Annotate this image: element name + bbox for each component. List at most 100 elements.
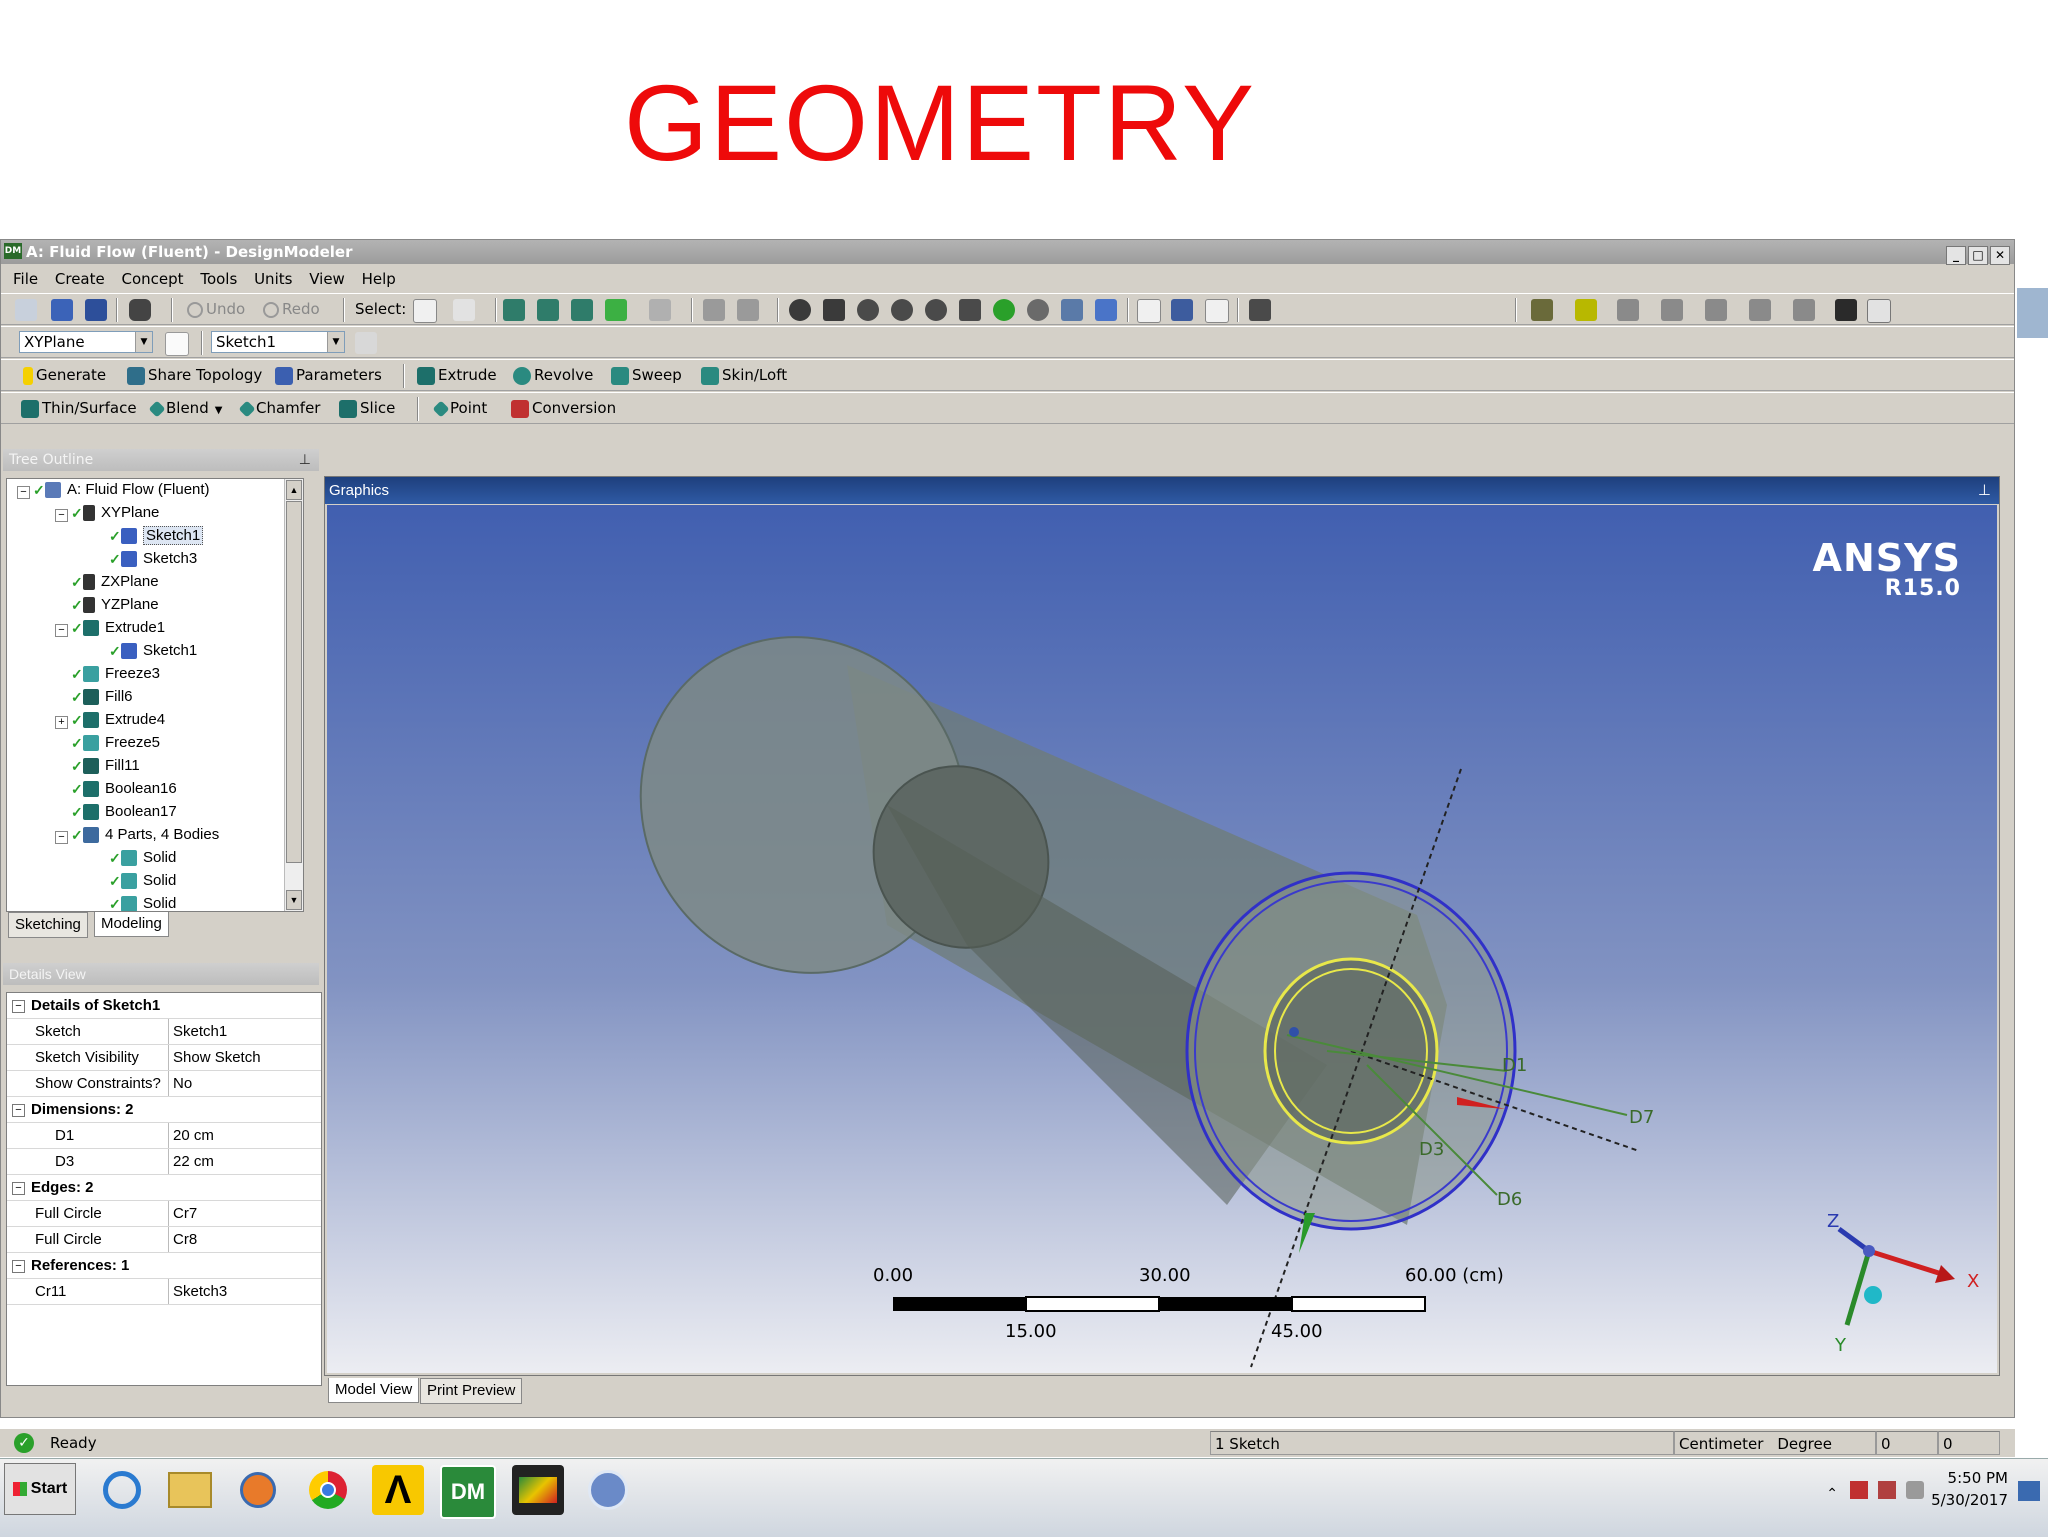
new-icon[interactable] xyxy=(15,299,37,321)
pin-icon[interactable] xyxy=(1835,299,1857,321)
edge-option-4-icon[interactable] xyxy=(1749,299,1771,321)
details-row[interactable]: Sketch Sketch1 xyxy=(7,1019,321,1045)
pan-icon[interactable] xyxy=(823,299,845,321)
menu-concept[interactable]: Concept xyxy=(122,270,184,288)
tab-print-preview[interactable]: Print Preview xyxy=(420,1378,523,1404)
edge-color-icon[interactable] xyxy=(1575,299,1597,321)
network-icon[interactable] xyxy=(1850,1481,1868,1499)
system-clock[interactable]: 5:50 PM 5/30/2017 xyxy=(1931,1467,2008,1511)
tree-item-solid[interactable]: ✓ Solid xyxy=(109,893,176,911)
undo-button[interactable]: Undo xyxy=(187,298,245,320)
select-faces-icon[interactable] xyxy=(571,299,593,321)
new-sketch-icon[interactable] xyxy=(355,332,377,354)
box-select-2-icon[interactable] xyxy=(737,299,759,321)
menu-help[interactable]: Help xyxy=(362,270,396,288)
details-row[interactable]: D1 20 cm xyxy=(7,1123,321,1149)
tree-item-root[interactable]: ✓ A: Fluid Flow (Fluent) xyxy=(33,479,210,501)
look-at-icon[interactable] xyxy=(1249,299,1271,321)
zoom-out-icon[interactable] xyxy=(1027,299,1049,321)
new-plane-icon[interactable] xyxy=(165,332,189,356)
plane-combo[interactable]: XYPlane ▼ xyxy=(19,331,153,353)
select-edges-icon[interactable] xyxy=(537,299,559,321)
zoom-to-fit-icon[interactable] xyxy=(925,299,947,321)
details-group[interactable]: − Dimensions: 2 xyxy=(7,1097,321,1123)
tree-item-solid[interactable]: ✓ Solid xyxy=(109,870,176,892)
collapse-toggle[interactable]: − xyxy=(55,509,68,522)
share-topology-button[interactable]: Share Topology xyxy=(127,364,262,386)
edge-option-5-icon[interactable] xyxy=(1793,299,1815,321)
tree-item-freeze5[interactable]: ✓ Freeze5 xyxy=(71,732,160,754)
parameters-button[interactable]: Parameters xyxy=(275,364,382,386)
collapse-toggle[interactable]: − xyxy=(17,486,30,499)
close-button[interactable]: ✕ xyxy=(1990,246,2010,265)
skin-loft-button[interactable]: Skin/Loft xyxy=(701,364,787,386)
collapse-toggle[interactable]: − xyxy=(55,624,68,637)
details-group[interactable]: − References: 1 xyxy=(7,1253,321,1279)
maximize-button[interactable]: □ xyxy=(1968,246,1988,265)
tree-item-freeze3[interactable]: ✓ Freeze3 xyxy=(71,663,160,685)
extrude-button[interactable]: Extrude xyxy=(417,364,497,386)
tree-item-boolean17[interactable]: ✓ Boolean17 xyxy=(71,801,177,823)
sketch-combo[interactable]: Sketch1 ▼ xyxy=(211,331,345,353)
details-row[interactable]: Sketch Visibility Show Sketch xyxy=(7,1045,321,1071)
select-bodies-icon[interactable] xyxy=(605,299,627,321)
start-button[interactable]: Start xyxy=(4,1463,76,1515)
chamfer-button[interactable]: Chamfer xyxy=(238,397,320,419)
scroll-thumb[interactable] xyxy=(286,501,302,863)
save-icon[interactable] xyxy=(51,299,73,321)
scroll-up-icon[interactable]: ▲ xyxy=(286,480,302,500)
viewer-app-icon[interactable] xyxy=(582,1465,634,1515)
chrome-icon[interactable] xyxy=(302,1465,354,1515)
iso-view-icon[interactable] xyxy=(1061,299,1083,321)
monitor-app-icon[interactable] xyxy=(512,1465,564,1515)
tree-item-fill6[interactable]: ✓ Fill6 xyxy=(71,686,133,708)
tree-item-yzplane[interactable]: ✓ YZPlane xyxy=(71,594,159,616)
volume-icon[interactable] xyxy=(1906,1481,1924,1499)
redo-button[interactable]: Redo xyxy=(263,298,320,320)
extend-selection-icon[interactable] xyxy=(649,299,671,321)
zoom-in-icon[interactable] xyxy=(993,299,1015,321)
box-select-icon[interactable] xyxy=(703,299,725,321)
triad-icon[interactable] xyxy=(1137,299,1161,323)
conversion-button[interactable]: Conversion xyxy=(511,397,616,419)
revolve-button[interactable]: Revolve xyxy=(513,364,593,386)
designmodeler-taskbar-icon[interactable]: DM xyxy=(440,1465,496,1519)
edge-option-3-icon[interactable] xyxy=(1705,299,1727,321)
action-center-icon[interactable] xyxy=(1878,1481,1896,1499)
view-cube-icon[interactable] xyxy=(1095,299,1117,321)
menu-create[interactable]: Create xyxy=(55,270,105,288)
thin-surface-button[interactable]: Thin/Surface xyxy=(21,397,137,419)
tree-item-solid[interactable]: ✓ Solid xyxy=(109,847,176,869)
property-value[interactable]: 20 cm xyxy=(169,1123,321,1148)
internet-explorer-icon[interactable] xyxy=(96,1465,148,1515)
tree-item-sketch1[interactable]: ✓ Sketch1 xyxy=(109,525,204,547)
camera-icon[interactable] xyxy=(129,299,151,321)
menu-file[interactable]: File xyxy=(13,270,38,288)
details-row[interactable]: Show Constraints? No xyxy=(7,1071,321,1097)
minimize-button[interactable]: _ xyxy=(1946,246,1966,265)
pin-icon[interactable]: ⊥ xyxy=(1978,477,1991,504)
edge-option-1-icon[interactable] xyxy=(1617,299,1639,321)
tree-item-extrude4[interactable]: ✓ Extrude4 xyxy=(71,709,165,731)
tree-item-sketch3[interactable]: ✓ Sketch3 xyxy=(109,548,197,570)
show-desktop-icon[interactable] xyxy=(2018,1481,2040,1501)
details-row[interactable]: Full Circle Cr7 xyxy=(7,1201,321,1227)
slice-button[interactable]: Slice xyxy=(339,397,395,419)
tree-item-zxplane[interactable]: ✓ ZXPlane xyxy=(71,571,159,593)
collapse-toggle[interactable]: − xyxy=(55,831,68,844)
details-group[interactable]: − Edges: 2 xyxy=(7,1175,321,1201)
tree-item-boolean16[interactable]: ✓ Boolean16 xyxy=(71,778,177,800)
tree-item-xyplane[interactable]: ✓ XYPlane xyxy=(71,502,159,524)
tree-scrollbar[interactable]: ▲ ▼ xyxy=(284,479,303,911)
details-row[interactable]: Cr11 Sketch3 xyxy=(7,1279,321,1305)
expand-toggle[interactable]: + xyxy=(55,716,68,729)
details-group[interactable]: − Details of Sketch1 xyxy=(7,993,321,1019)
select-points-icon[interactable] xyxy=(503,299,525,321)
rotate-icon[interactable] xyxy=(789,299,811,321)
tree-item-extrude1[interactable]: ✓ Extrude1 xyxy=(71,617,165,639)
file-explorer-icon[interactable] xyxy=(164,1465,216,1515)
select-mode-icon[interactable] xyxy=(453,299,475,321)
menu-tools[interactable]: Tools xyxy=(200,270,237,288)
blend-button[interactable]: Blend ▼ xyxy=(148,397,222,419)
menu-units[interactable]: Units xyxy=(254,270,292,288)
